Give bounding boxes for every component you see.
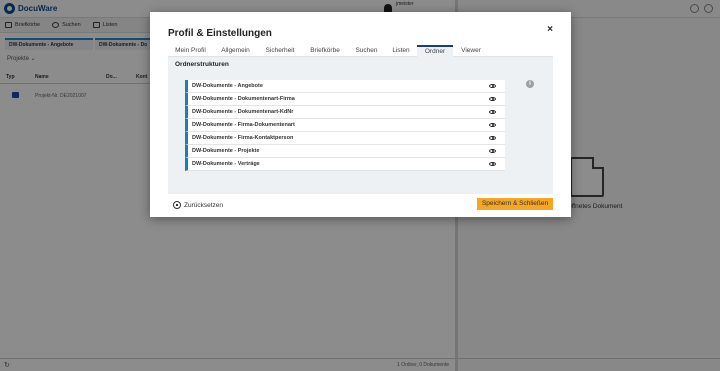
tab-mein-profil[interactable]: Mein Profil <box>168 45 213 57</box>
tab-allgemein[interactable]: Allgemein <box>213 45 258 57</box>
tab-viewer[interactable]: Viewer <box>453 45 489 57</box>
list-item[interactable]: DW-Dokumente - Firma-Kontaktperson <box>185 132 505 145</box>
eye-icon[interactable] <box>489 97 496 101</box>
list-item[interactable]: DW-Dokumente - Dokumentenart-Firma <box>185 93 505 106</box>
folder-name: DW-Dokumente - Verträge <box>192 161 260 167</box>
tab-briefkoerbe[interactable]: Briefkörbe <box>302 45 348 57</box>
folder-name: DW-Dokumente - Dokumentenart-KdNr <box>192 109 294 115</box>
close-button[interactable]: × <box>547 24 553 35</box>
reset-button[interactable]: Zurücksetzen <box>173 201 223 209</box>
list-item[interactable]: DW-Dokumente - Projekte <box>185 145 505 158</box>
folder-name: DW-Dokumente - Dokumentenart-Firma <box>192 96 295 102</box>
eye-icon[interactable] <box>489 162 496 166</box>
folder-name: DW-Dokumente - Firma-Kontaktperson <box>192 135 294 141</box>
tab-sicherheit[interactable]: Sicherheit <box>258 45 302 57</box>
eye-icon[interactable] <box>489 84 496 88</box>
folder-structure-list: DW-Dokumente - Angebote DW-Dokumente - D… <box>185 80 505 171</box>
save-and-close-button[interactable]: Speichern & Schließen <box>477 198 553 210</box>
eye-icon[interactable] <box>489 110 496 114</box>
folder-name: DW-Dokumente - Projekte <box>192 148 260 154</box>
list-item[interactable]: DW-Dokumente - Dokumentenart-KdNr <box>185 106 505 119</box>
list-item[interactable]: DW-Dokumente - Verträge <box>185 158 505 171</box>
tab-listen[interactable]: Listen <box>385 45 417 57</box>
dialog-title: Profil & Einstellungen <box>168 28 272 39</box>
tab-ordner[interactable]: Ordner <box>417 45 453 57</box>
folder-name: DW-Dokumente - Angebote <box>192 83 263 89</box>
reset-label: Zurücksetzen <box>184 201 224 209</box>
tab-suchen[interactable]: Suchen <box>348 45 385 57</box>
eye-icon[interactable] <box>489 136 496 140</box>
reset-icon <box>173 201 181 209</box>
info-icon[interactable]: i <box>526 80 534 88</box>
settings-tabs: Mein Profil Allgemein Sicherheit Briefkö… <box>168 45 553 57</box>
section-title: Ordnerstrukturen <box>175 61 229 68</box>
settings-dialog: Profil & Einstellungen × Mein Profil All… <box>150 12 571 217</box>
list-item[interactable]: DW-Dokumente - Angebote <box>185 80 505 93</box>
eye-icon[interactable] <box>489 149 496 153</box>
folder-name: DW-Dokumente - Firma-Dokumentenart <box>192 122 295 128</box>
eye-icon[interactable] <box>489 123 496 127</box>
list-item[interactable]: DW-Dokumente - Firma-Dokumentenart <box>185 119 505 132</box>
ordner-panel: Ordnerstrukturen i DW-Dokumente - Angebo… <box>168 57 553 194</box>
